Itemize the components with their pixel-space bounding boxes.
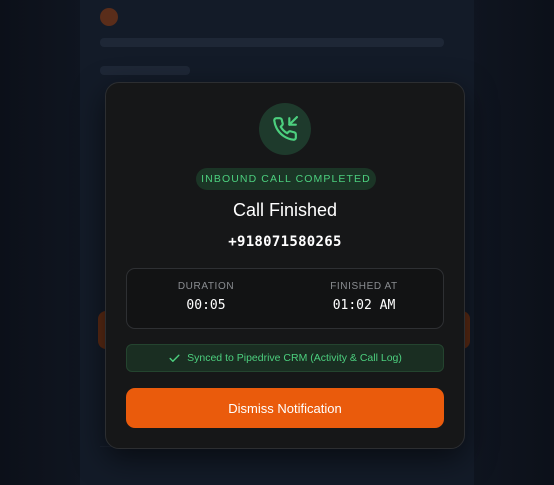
duration-label: DURATION: [177, 281, 235, 292]
duration-stat: DURATION 00:05: [127, 269, 285, 328]
background-text-line: [100, 38, 444, 47]
background-dot-icon: [100, 8, 118, 26]
call-icon-circle: [259, 103, 311, 155]
call-stats-panel: DURATION 00:05 FINISHED AT 01:02 AM: [126, 268, 444, 329]
crm-sync-status: Synced to Pipedrive CRM (Activity & Call…: [126, 344, 444, 372]
status-badge: INBOUND CALL COMPLETED: [196, 168, 376, 190]
sync-message: Synced to Pipedrive CRM (Activity & Call…: [187, 352, 402, 364]
check-icon: [169, 354, 180, 362]
call-finished-modal: INBOUND CALL COMPLETED Call Finished +91…: [105, 82, 465, 449]
caller-phone-number: +918071580265: [228, 234, 342, 250]
phone-incoming-icon: [273, 116, 298, 141]
background-text-line: [100, 66, 190, 75]
duration-value: 00:05: [186, 298, 226, 313]
finished-at-value: 01:02 AM: [332, 298, 396, 313]
dismiss-notification-button[interactable]: Dismiss Notification: [126, 388, 444, 428]
modal-title: Call Finished: [232, 200, 338, 220]
finished-at-stat: FINISHED AT 01:02 AM: [285, 269, 443, 328]
background-header: [100, 8, 118, 26]
finished-at-label: FINISHED AT: [330, 281, 398, 292]
